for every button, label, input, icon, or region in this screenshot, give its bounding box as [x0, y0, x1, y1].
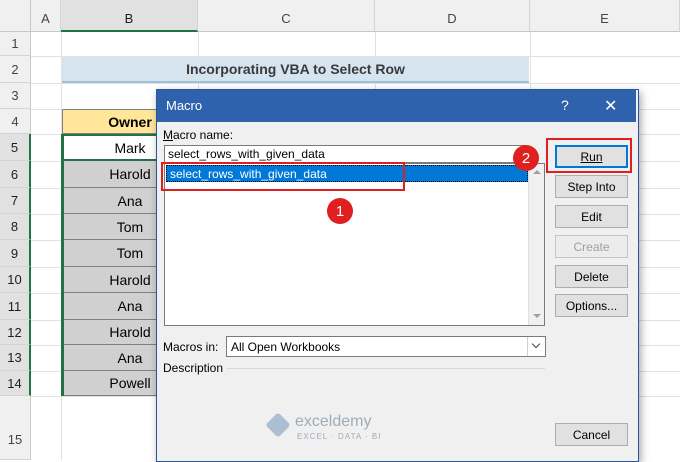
sheet-title[interactable]: Incorporating VBA to Select Row	[62, 57, 529, 83]
row-header-1[interactable]: 1	[0, 32, 31, 56]
delete-button[interactable]: Delete	[555, 265, 628, 288]
dialog-title-bar[interactable]: Macro ? ✕	[157, 90, 636, 122]
macro-name-label: Macro name:	[163, 128, 233, 142]
help-button[interactable]: ?	[561, 97, 569, 113]
row-header-10[interactable]: 10	[0, 267, 31, 293]
exceldemy-logo-icon	[265, 412, 291, 438]
row-header-14[interactable]: 14	[0, 371, 31, 396]
list-scrollbar[interactable]	[528, 164, 544, 325]
cancel-button[interactable]: Cancel	[555, 423, 628, 446]
row-header-7[interactable]: 7	[0, 188, 31, 214]
macros-in-select[interactable]: All Open Workbooks	[226, 336, 546, 357]
row-header-5[interactable]: 5	[0, 134, 31, 161]
exceldemy-watermark: exceldemy EXCEL · DATA · BI	[265, 412, 427, 443]
dialog-title: Macro	[166, 98, 203, 113]
row-header-8[interactable]: 8	[0, 214, 31, 240]
close-icon[interactable]: ✕	[604, 96, 617, 116]
watermark-brand: exceldemy	[295, 413, 372, 430]
step-badge-1: 1	[327, 198, 353, 224]
macro-name-input[interactable]: select_rows_with_given_data	[164, 145, 526, 163]
highlight-box-macro-item	[161, 162, 405, 191]
column-header-c[interactable]: C	[198, 0, 375, 32]
macro-name-label-text: acro name:	[173, 128, 234, 142]
row-header-11[interactable]: 11	[0, 293, 31, 320]
step-badge-2: 2	[513, 145, 539, 171]
edit-button[interactable]: Edit	[555, 205, 628, 228]
selection-border	[61, 134, 64, 396]
highlight-box-run-button	[546, 138, 632, 173]
row-header-6[interactable]: 6	[0, 161, 31, 188]
macros-in-label: Macros in:	[163, 340, 219, 354]
column-header-d[interactable]: D	[375, 0, 530, 32]
description-label: Description	[163, 361, 224, 375]
row-header-2[interactable]: 2	[0, 56, 31, 83]
scroll-up-icon[interactable]	[533, 170, 541, 174]
row-header-13[interactable]: 13	[0, 345, 31, 371]
dropdown-button[interactable]	[527, 337, 545, 356]
macros-in-value: All Open Workbooks	[231, 340, 341, 354]
step-into-button[interactable]: Step Into	[555, 175, 628, 198]
row-header-9[interactable]: 9	[0, 240, 31, 267]
macro-name-value: select_rows_with_given_data	[168, 147, 325, 161]
row-header-15[interactable]: 15	[0, 396, 31, 460]
column-header-b[interactable]: B	[61, 0, 198, 32]
description-divider	[227, 368, 545, 369]
column-header-e[interactable]: E	[530, 0, 680, 32]
options-button[interactable]: Options...	[555, 294, 628, 317]
column-header-a[interactable]: A	[31, 0, 61, 32]
gridline	[31, 83, 680, 84]
row-header-12[interactable]: 12	[0, 320, 31, 345]
select-all-corner[interactable]	[0, 0, 31, 32]
scroll-down-icon[interactable]	[533, 314, 541, 318]
row-header-4[interactable]: 4	[0, 109, 31, 134]
chevron-down-icon	[531, 339, 541, 349]
row-header-3[interactable]: 3	[0, 83, 31, 109]
create-button: Create	[555, 235, 628, 258]
macro-name-label-access-key: M	[163, 128, 173, 142]
watermark-tagline: EXCEL · DATA · BI	[297, 432, 382, 441]
